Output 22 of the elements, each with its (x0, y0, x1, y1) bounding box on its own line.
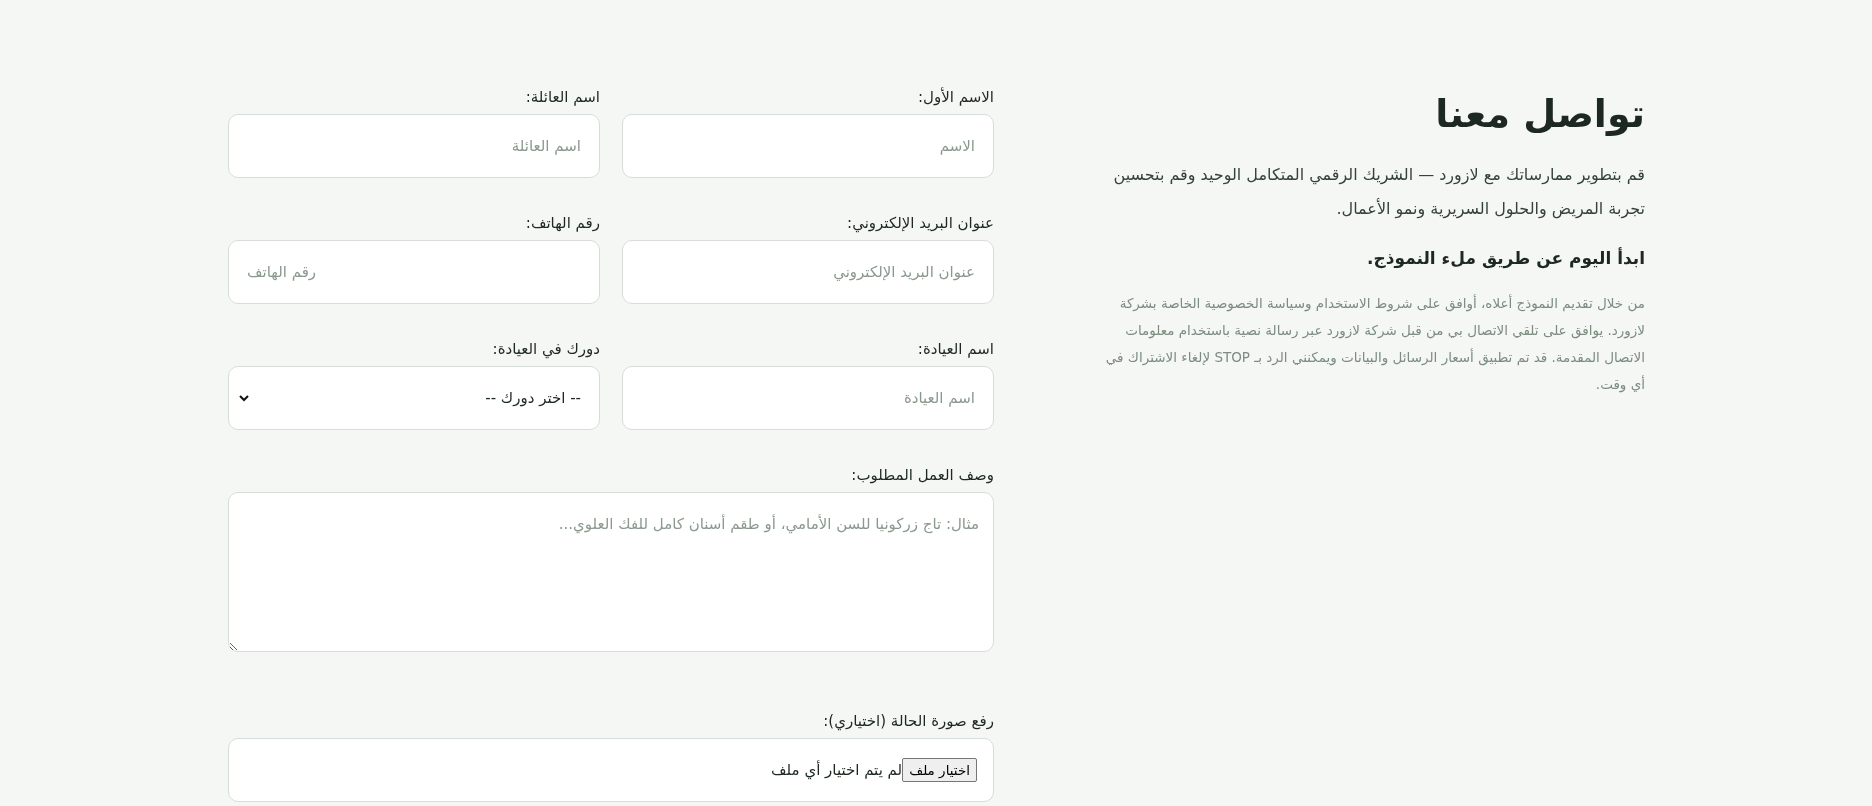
field-label: دورك في العيادة: (492, 340, 600, 358)
input-field[interactable]: الاسم (622, 114, 994, 178)
intro-paragraph: قم بتطوير ممارساتك مع لازورد — الشريك الرقمي المتكامل الوحيد وقم بتحسين تجربة المريض والحلول السريرية ونمو الأعمال. (1112, 164, 1645, 221)
field-label: رفع صورة الحالة (اختياري): (823, 712, 994, 730)
input-field[interactable]: رقم الهاتف (228, 240, 600, 304)
field-label: وصف العمل المطلوب: (851, 466, 994, 484)
choose-file-button[interactable]: اختيار ملف (902, 758, 977, 782)
field-label: الاسم الأول: (918, 88, 994, 106)
page-heading: تواصل معنا (1434, 92, 1645, 136)
field-label: رقم الهاتف: (525, 214, 600, 232)
field-label: اسم العائلة: (525, 88, 600, 106)
input-field[interactable]: عنوان البريد الإلكتروني (622, 240, 994, 304)
field-label: اسم العيادة: (917, 340, 994, 358)
input-field[interactable]: اسم العائلة (228, 114, 600, 178)
consent-paragraph: من خلال تقديم النموذج أعلاه، أوافق على شروط الاستخدام وسياسة الخصوصية الخاصة بشركة لازورد. يوافق على تلقي الاتصال بي من قبل شركة لازورد عبر رسالة نصية باستخدام معلومات الاتصال المقدمة. قد تم تطبيق أسعار الرسائل والبيانات ويمكنني الرد بـ STOP لإلغاء الاشتراك في أي وقت. (1104, 293, 1645, 395)
file-status-text: لم يتم اختيار أي ملف (771, 761, 903, 779)
file-upload-field[interactable]: اختيار ملف لم يتم اختيار أي ملف (228, 738, 994, 802)
input-field[interactable]: اسم العيادة (622, 366, 994, 430)
description-field[interactable]: مثال: تاج زركونيا للسن الأمامي، أو طقم أسنان كامل للفك العلوي... (228, 492, 994, 652)
call-to-action-text: ابدأ اليوم عن طريق ملء النموذج. (1366, 248, 1645, 268)
field-label: عنوان البريد الإلكتروني: (847, 214, 994, 232)
role-dropdown[interactable]: -- اختر دورك -- (228, 366, 600, 430)
